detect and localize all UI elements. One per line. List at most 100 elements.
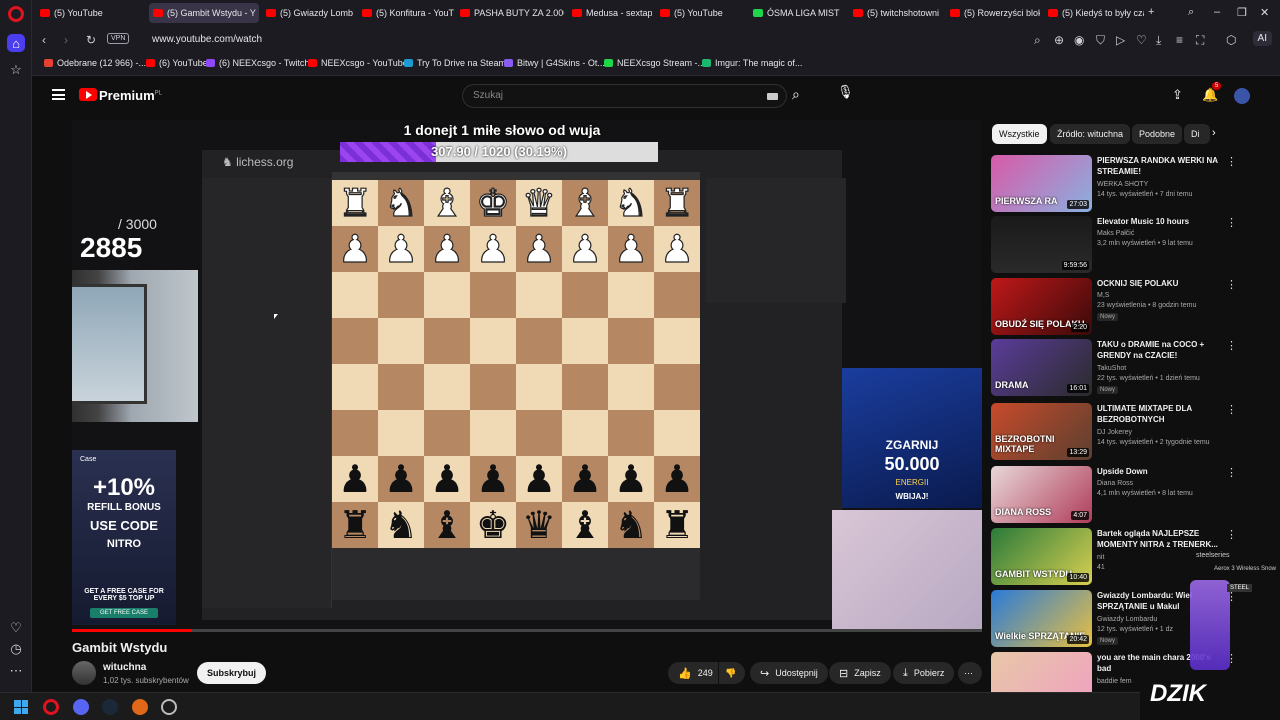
- tab-10[interactable]: (5) Kiedyś to były czas: [1044, 3, 1144, 23]
- pin-icon[interactable]: ☆: [7, 61, 25, 79]
- recommendation-title[interactable]: TAKU o DRAMIE na COCO + GRENDY na CZACIE…: [1097, 339, 1222, 361]
- video-thumbnail[interactable]: BEZROBOTNI MIXTAPE 13:29: [991, 403, 1092, 460]
- like-button[interactable]: 👍 249: [668, 662, 718, 684]
- tab-1[interactable]: (5) Gambit Wstydu - Y×: [149, 3, 259, 23]
- tab-6[interactable]: (5) YouTube: [656, 3, 746, 23]
- tab-0[interactable]: (5) YouTube: [36, 3, 146, 23]
- shield-icon[interactable]: ⛉: [1096, 33, 1105, 48]
- recommendation-channel[interactable]: TakuShot: [1097, 365, 1126, 372]
- download-icon[interactable]: ⤓: [1156, 33, 1161, 48]
- bookmark-0[interactable]: Odebrane (12 966) -...: [44, 58, 146, 68]
- youtube-brand[interactable]: PremiumPL: [99, 88, 162, 103]
- tab-2[interactable]: (5) Gwiazdy Lomb: [262, 3, 354, 23]
- recommendation-title[interactable]: Elevator Music 10 hours: [1097, 216, 1222, 227]
- channel-avatar[interactable]: [72, 661, 96, 685]
- recommendation-channel[interactable]: nit: [1097, 554, 1104, 561]
- chip-1[interactable]: Źródło: wituchna: [1050, 124, 1131, 144]
- tab-3[interactable]: (5) Konfitura - YouTub: [358, 3, 454, 23]
- menu-icon[interactable]: ≡: [1176, 33, 1183, 47]
- video-thumbnail[interactable]: GAMBIT WSTYDU 10:40: [991, 528, 1092, 585]
- recommendation-title[interactable]: Bartek ogląda NAJLEPSZE MOMENTY NITRA z …: [1097, 528, 1222, 550]
- more-options-icon[interactable]: ⋮: [1226, 466, 1237, 479]
- avatar[interactable]: [1234, 88, 1250, 104]
- home-icon[interactable]: ⌂: [7, 34, 25, 52]
- recommendation-channel[interactable]: Diana Ross: [1097, 480, 1133, 487]
- url-field[interactable]: www.youtube.com/watch: [152, 34, 262, 45]
- tab-4[interactable]: PASHA BUTY ZA 2.000: [456, 3, 564, 23]
- minimize-icon[interactable]: –: [1214, 6, 1220, 18]
- more-options-icon[interactable]: ⋮: [1226, 216, 1237, 229]
- wallet-icon[interactable]: ⛶: [1196, 33, 1204, 48]
- chevron-right-icon[interactable]: ›: [1212, 127, 1216, 139]
- menu-hamburger-icon[interactable]: [52, 89, 65, 100]
- recommendation-item[interactable]: OBUDŹ SIĘ POLAKU 2:20 OCKNIJ SIĘ POLAKU M,S…: [991, 278, 1241, 336]
- youtube-logo-icon[interactable]: [79, 88, 97, 101]
- recommendation-item[interactable]: DRAMA 16:01 TAKU o DRAMIE na COCO + GRENDY…: [991, 339, 1241, 397]
- video-thumbnail[interactable]: DIANA ROSS 4:07: [991, 466, 1092, 523]
- heart-icon[interactable]: ♡: [1136, 33, 1147, 47]
- chip-0[interactable]: Wszystkie: [992, 124, 1047, 144]
- more-options-icon[interactable]: ⋮: [1226, 403, 1237, 416]
- bookmark-2[interactable]: (6) NEEXcsgo - Twitch: [206, 58, 309, 68]
- bookmark-6[interactable]: NEEXcsgo Stream -...: [604, 58, 705, 68]
- more-icon[interactable]: ⋯: [7, 662, 25, 680]
- chip-3[interactable]: Di: [1184, 124, 1210, 144]
- new-tab-icon[interactable]: +: [1148, 6, 1154, 18]
- search-icon[interactable]: ⌕: [1034, 33, 1041, 48]
- search-button[interactable]: ⌕: [792, 86, 800, 103]
- search-input[interactable]: Szukaj: [462, 84, 787, 108]
- recommendation-title[interactable]: ULTIMATE MIXTAPE DLA BEZROBOTNYCH: [1097, 403, 1222, 425]
- video-thumbnail[interactable]: DRAMA 16:01: [991, 339, 1092, 396]
- recommendation-channel[interactable]: Maks Pałčić: [1097, 230, 1134, 237]
- opera-logo-icon[interactable]: [8, 6, 24, 22]
- tab-7[interactable]: ÓSMA LIGA MIST: [749, 3, 845, 23]
- play-icon[interactable]: ▷: [1116, 33, 1125, 47]
- tab-5[interactable]: Medusa - sextape (pr: [568, 3, 652, 23]
- tab-8[interactable]: (5) twitchshotowni: [849, 3, 943, 23]
- back-icon[interactable]: ‹: [42, 33, 46, 47]
- channel-name[interactable]: wituchna: [103, 662, 146, 673]
- download-button[interactable]: ⤓ Pobierz: [893, 662, 955, 684]
- save-button[interactable]: ⊟ Zapisz: [829, 662, 891, 684]
- recommendation-channel[interactable]: M,S: [1097, 292, 1109, 299]
- reload-icon[interactable]: ↻: [86, 33, 96, 47]
- bookmark-1[interactable]: (6) YouTube: [146, 58, 208, 68]
- heart-icon[interactable]: ♡: [7, 619, 25, 637]
- recommendation-item[interactable]: DIANA ROSS 4:07 Upside Down Diana Ross 4,1 m…: [991, 466, 1241, 524]
- upload-icon[interactable]: ⇪: [1172, 87, 1183, 103]
- bookmark-4[interactable]: Try To Drive na Steam: [404, 58, 506, 68]
- video-thumbnail[interactable]: 9:59:56: [991, 216, 1092, 273]
- share-button[interactable]: ↪ Udostępnij: [750, 662, 828, 684]
- more-options-icon[interactable]: ⋮: [1226, 339, 1237, 352]
- bookmark-7[interactable]: Imgur: The magic of...: [702, 58, 802, 68]
- bookmark-3[interactable]: NEEXcsgo - YouTube: [308, 58, 408, 68]
- subscribe-button[interactable]: Subskrybuj: [197, 662, 267, 684]
- recommendation-channel[interactable]: WERKA SHOTY: [1097, 181, 1148, 188]
- mic-icon[interactable]: 🎙: [837, 84, 854, 106]
- video-thumbnail[interactable]: Wielkie SPRZĄTANIE 20:42: [991, 590, 1092, 647]
- more-options-icon[interactable]: ⋮: [1226, 278, 1237, 291]
- keyboard-icon[interactable]: [767, 93, 778, 100]
- recommendation-channel[interactable]: DJ Jokerey: [1097, 429, 1132, 436]
- close-window-icon[interactable]: ✕: [1260, 6, 1269, 19]
- bookmark-5[interactable]: Bitwy | G4Skins - Ot...: [504, 58, 605, 68]
- recommendation-title[interactable]: PIERWSZA RANDKA WERKI NA STREAMIE!: [1097, 155, 1222, 177]
- recommendation-item[interactable]: PIERWSZA RA 27:03 PIERWSZA RANDKA WERKI NA…: [991, 155, 1241, 213]
- tab-9[interactable]: (5) Rowerzyści blokuj: [946, 3, 1040, 23]
- restore-icon[interactable]: ❐: [1237, 6, 1247, 19]
- obs-icon[interactable]: [161, 699, 177, 715]
- windows-start-icon[interactable]: [14, 700, 28, 714]
- extension-icon[interactable]: ⬡: [1226, 33, 1236, 47]
- video-thumbnail[interactable]: PIERWSZA RA 27:03: [991, 155, 1092, 212]
- more-options-icon[interactable]: ⋮: [1226, 155, 1237, 168]
- recommendation-title[interactable]: OCKNIJ SIĘ POLAKU: [1097, 278, 1222, 289]
- forward-icon[interactable]: ›: [64, 33, 68, 47]
- app-icon[interactable]: [132, 699, 148, 715]
- recommendation-item[interactable]: 9:59:56 Elevator Music 10 hours Maks Pałči…: [991, 216, 1241, 274]
- recommendation-item[interactable]: BEZROBOTNI MIXTAPE 13:29 ULTIMATE MIXTAPE …: [991, 403, 1241, 461]
- recommendation-channel[interactable]: baddie fem: [1097, 678, 1132, 685]
- chip-2[interactable]: Podobne: [1132, 124, 1183, 144]
- video-player[interactable]: lichess.org ♜♞♝♚♛♝♞♜♟♟♟♟♟♟♟♟♟♟♟♟♟♟♟♟♜♞♝♚…: [72, 120, 982, 632]
- dislike-button[interactable]: 👎: [719, 662, 745, 684]
- discord-icon[interactable]: [73, 699, 89, 715]
